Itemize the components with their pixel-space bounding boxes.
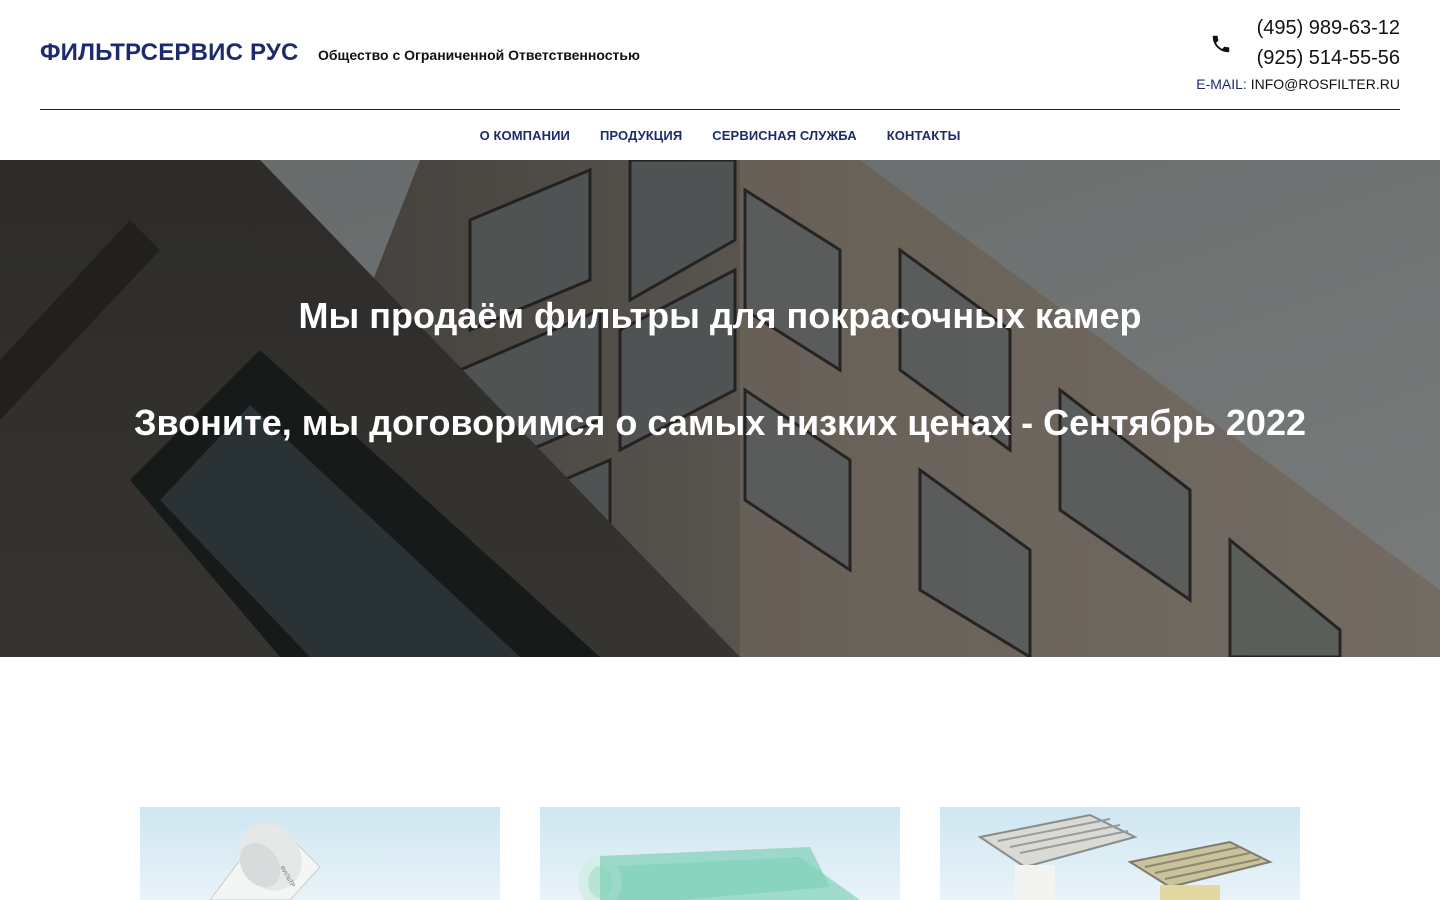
product-image-white-roll: ФИЛЬТР	[140, 807, 500, 900]
nav-item-service[interactable]: СЕРВИСНАЯ СЛУЖБА	[712, 128, 856, 143]
email-link[interactable]: INFO@ROSFILTER.RU	[1251, 76, 1400, 92]
product-image-pocket-filters	[940, 807, 1300, 900]
phone-icon	[1210, 33, 1232, 55]
hero-title: Мы продаём фильтры для покрасочных камер	[298, 295, 1142, 336]
product-image-green-roll	[540, 807, 900, 900]
nav-item-products[interactable]: ПРОДУКЦИЯ	[600, 128, 682, 143]
main-nav: О КОМПАНИИ ПРОДУКЦИЯ СЕРВИСНАЯ СЛУЖБА КО…	[0, 111, 1440, 160]
phone-link-1[interactable]: (495) 989-63-12	[1257, 17, 1400, 40]
hero-banner: Мы продаём фильтры для покрасочных камер…	[0, 160, 1440, 657]
company-tagline: Общество с Ограниченной Ответственностью	[318, 47, 640, 63]
email-line: E-MAIL: INFO@ROSFILTER.RU	[1196, 76, 1400, 92]
product-card-ceiling-filter[interactable]: ФИЛЬТР	[140, 807, 500, 900]
site-header: ФИЛЬТРСЕРВИС РУС Общество с Ограниченной…	[40, 0, 1400, 110]
hero-subtitle: Звоните, мы договоримся о самых низких ц…	[133, 402, 1306, 443]
phone-link-2[interactable]: (925) 514-55-56	[1257, 47, 1400, 70]
product-card-pocket-filter[interactable]	[940, 807, 1300, 900]
product-cards: ФИЛЬТР	[140, 807, 1300, 900]
site-logo[interactable]: ФИЛЬТРСЕРВИС РУС	[40, 39, 299, 67]
product-card-floor-filter[interactable]	[540, 807, 900, 900]
nav-item-about[interactable]: О КОМПАНИИ	[480, 128, 570, 143]
nav-item-contacts[interactable]: КОНТАКТЫ	[887, 128, 961, 143]
email-label: E-MAIL:	[1196, 76, 1247, 92]
contact-block: (495) 989-63-12 (925) 514-55-56 E-MAIL: …	[1140, 16, 1400, 100]
